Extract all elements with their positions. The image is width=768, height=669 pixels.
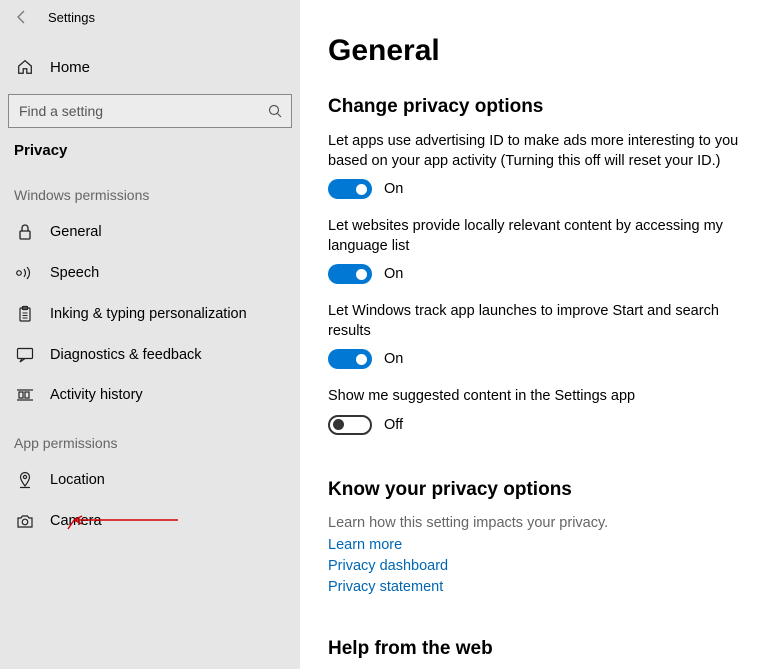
link-learn-more[interactable]: Learn more (328, 535, 740, 556)
toggle-state-label: On (384, 181, 403, 197)
nav-item-label: Speech (36, 265, 99, 281)
arrow-left-icon (14, 9, 30, 25)
toggle-language-list[interactable] (328, 264, 372, 284)
nav-item-label: Activity history (36, 387, 143, 403)
feedback-icon (14, 347, 36, 363)
title-bar: Settings (0, 0, 300, 34)
nav-item-speech[interactable]: Speech (0, 253, 300, 293)
sidebar: Settings Home Privacy Windows permission… (0, 0, 300, 669)
toggle-state-label: On (384, 351, 403, 367)
camera-icon (14, 514, 36, 529)
main-panel: General Change privacy options Let apps … (300, 0, 768, 669)
option-language-list: Let websites provide locally relevant co… (328, 217, 740, 284)
link-privacy-dashboard[interactable]: Privacy dashboard (328, 556, 740, 577)
lock-icon (14, 223, 36, 241)
search-input[interactable] (17, 102, 267, 120)
link-privacy-statement[interactable]: Privacy statement (328, 577, 740, 598)
nav-item-general[interactable]: General (0, 211, 300, 253)
option-text: Show me suggested content in the Setting… (328, 387, 740, 407)
option-suggested-content: Show me suggested content in the Setting… (328, 387, 740, 435)
search-icon (267, 103, 283, 119)
nav-item-label: Inking & typing personalization (36, 306, 247, 322)
nav-item-label: Camera (36, 513, 102, 529)
nav-item-location[interactable]: Location (0, 459, 300, 501)
window-title: Settings (36, 10, 95, 25)
nav-home[interactable]: Home (0, 44, 300, 90)
section-windows-permissions: Windows permissions (0, 167, 300, 211)
nav-item-label: General (36, 224, 102, 240)
search-box[interactable] (8, 94, 292, 128)
nav-home-label: Home (36, 59, 90, 76)
option-track-launches: Let Windows track app launches to improv… (328, 302, 740, 369)
nav-item-diagnostics[interactable]: Diagnostics & feedback (0, 335, 300, 375)
clipboard-icon (14, 305, 36, 323)
nav-item-activity-history[interactable]: Activity history (0, 375, 300, 415)
section-change-privacy: Change privacy options (328, 96, 740, 118)
option-text: Let Windows track app launches to improv… (328, 302, 740, 341)
toggle-advertising-id[interactable] (328, 179, 372, 199)
option-advertising-id: Let apps use advertising ID to make ads … (328, 132, 740, 199)
home-icon (14, 58, 36, 76)
section-know-options: Know your privacy options (328, 479, 740, 501)
option-text: Let websites provide locally relevant co… (328, 217, 740, 256)
section-app-permissions: App permissions (0, 415, 300, 459)
location-icon (14, 471, 36, 489)
toggle-state-label: On (384, 266, 403, 282)
nav-item-label: Location (36, 472, 105, 488)
toggle-track-launches[interactable] (328, 349, 372, 369)
category-label: Privacy (0, 128, 300, 167)
nav-item-camera[interactable]: Camera (0, 501, 300, 541)
history-icon (14, 387, 36, 403)
nav-item-label: Diagnostics & feedback (36, 347, 202, 363)
page-title: General (328, 34, 740, 68)
back-button[interactable] (8, 3, 36, 31)
know-options-desc: Learn how this setting impacts your priv… (328, 515, 740, 531)
section-help-web: Help from the web (328, 638, 740, 660)
speech-icon (14, 265, 36, 281)
option-text: Let apps use advertising ID to make ads … (328, 132, 740, 171)
toggle-state-label: Off (384, 417, 403, 433)
nav-item-inking[interactable]: Inking & typing personalization (0, 293, 300, 335)
toggle-suggested-content[interactable] (328, 415, 372, 435)
